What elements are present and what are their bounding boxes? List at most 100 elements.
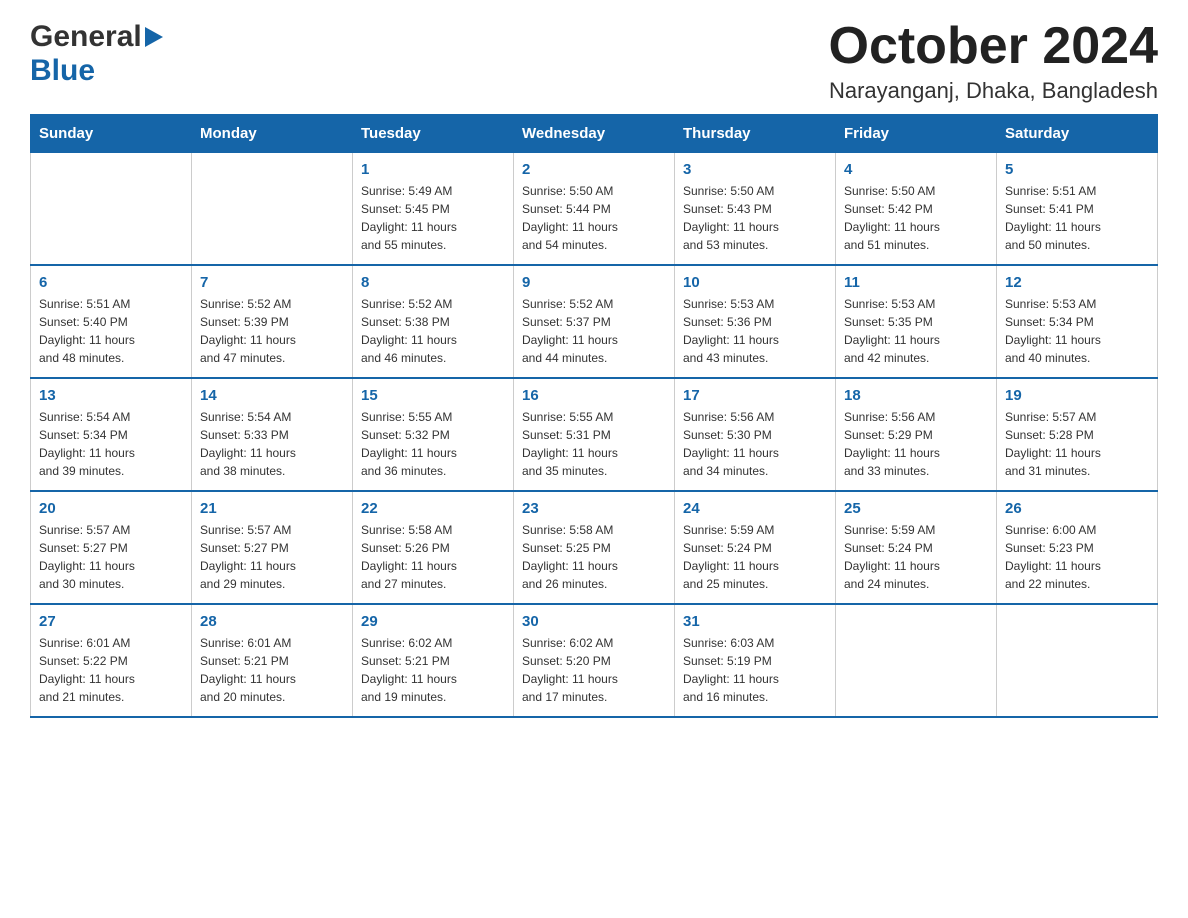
calendar-table: SundayMondayTuesdayWednesdayThursdayFrid…: [30, 114, 1158, 718]
calendar-cell: 13 Sunrise: 5:54 AMSunset: 5:34 PMDayligh…: [31, 378, 192, 491]
day-info: Sunrise: 6:02 AMSunset: 5:20 PMDaylight:…: [522, 634, 666, 706]
weekday-header-sunday: Sunday: [31, 115, 192, 153]
day-number: 13: [39, 387, 183, 404]
calendar-cell: 30Sunrise: 6:02 AMSunset: 5:20 PMDayligh…: [514, 604, 675, 717]
day-info: Sunrise: 5:58 AMSunset: 5:25 PMDaylight:…: [522, 521, 666, 593]
calendar-cell: 9Sunrise: 5:52 AMSunset: 5:37 PMDaylight…: [514, 265, 675, 378]
day-info: Sunrise: 5:57 AMSunset: 5:27 PMDaylight:…: [39, 521, 183, 593]
calendar-cell: 7 Sunrise: 5:52 AMSunset: 5:39 PMDaylight…: [192, 265, 353, 378]
day-number: 28: [200, 613, 344, 630]
day-info: Sunrise: 6:01 AMSunset: 5:21 PMDaylight:…: [200, 634, 344, 706]
day-number: 31: [683, 613, 827, 630]
day-number: 11: [844, 274, 988, 291]
calendar-cell: 12 Sunrise: 5:53 AMSunset: 5:34 PMDayligh…: [997, 265, 1158, 378]
calendar-cell: 6 Sunrise: 5:51 AMSunset: 5:40 PMDaylight…: [31, 265, 192, 378]
day-number: 9: [522, 274, 666, 291]
calendar-week-4: 20 Sunrise: 5:57 AMSunset: 5:27 PMDayligh…: [31, 491, 1158, 604]
day-number: 10: [683, 274, 827, 291]
day-number: 21: [200, 500, 344, 517]
day-info: Sunrise: 5:57 AMSunset: 5:27 PMDaylight:…: [200, 521, 344, 593]
calendar-cell: 24Sunrise: 5:59 AMSunset: 5:24 PMDayligh…: [675, 491, 836, 604]
day-info: Sunrise: 5:53 AMSunset: 5:36 PMDaylight:…: [683, 295, 827, 367]
day-number: 2: [522, 161, 666, 178]
logo-general-text: General: [30, 20, 142, 54]
day-info: Sunrise: 5:53 AMSunset: 5:34 PMDaylight:…: [1005, 295, 1149, 367]
calendar-cell: 14 Sunrise: 5:54 AMSunset: 5:33 PMDayligh…: [192, 378, 353, 491]
day-number: 29: [361, 613, 505, 630]
month-title: October 2024: [829, 20, 1159, 72]
calendar-cell: 5Sunrise: 5:51 AMSunset: 5:41 PMDaylight…: [997, 153, 1158, 266]
calendar-cell: [192, 153, 353, 266]
weekday-header-monday: Monday: [192, 115, 353, 153]
day-number: 15: [361, 387, 505, 404]
day-info: Sunrise: 6:02 AMSunset: 5:21 PMDaylight:…: [361, 634, 505, 706]
weekday-header-saturday: Saturday: [997, 115, 1158, 153]
day-info: Sunrise: 5:57 AMSunset: 5:28 PMDaylight:…: [1005, 408, 1149, 480]
calendar-cell: [997, 604, 1158, 717]
day-info: Sunrise: 5:52 AMSunset: 5:38 PMDaylight:…: [361, 295, 505, 367]
day-info: Sunrise: 5:51 AMSunset: 5:41 PMDaylight:…: [1005, 182, 1149, 254]
title-section: October 2024 Narayanganj, Dhaka, Banglad…: [829, 20, 1159, 104]
day-info: Sunrise: 5:55 AMSunset: 5:32 PMDaylight:…: [361, 408, 505, 480]
day-info: Sunrise: 5:56 AMSunset: 5:30 PMDaylight:…: [683, 408, 827, 480]
calendar-week-2: 6 Sunrise: 5:51 AMSunset: 5:40 PMDaylight…: [31, 265, 1158, 378]
day-info: Sunrise: 5:59 AMSunset: 5:24 PMDaylight:…: [683, 521, 827, 593]
day-number: 18: [844, 387, 988, 404]
day-info: Sunrise: 6:00 AMSunset: 5:23 PMDaylight:…: [1005, 521, 1149, 593]
calendar-cell: 20 Sunrise: 5:57 AMSunset: 5:27 PMDayligh…: [31, 491, 192, 604]
calendar-header: SundayMondayTuesdayWednesdayThursdayFrid…: [31, 115, 1158, 153]
day-info: Sunrise: 5:58 AMSunset: 5:26 PMDaylight:…: [361, 521, 505, 593]
calendar-cell: 23Sunrise: 5:58 AMSunset: 5:25 PMDayligh…: [514, 491, 675, 604]
calendar-cell: 17 Sunrise: 5:56 AMSunset: 5:30 PMDayligh…: [675, 378, 836, 491]
calendar-body: 1Sunrise: 5:49 AMSunset: 5:45 PMDaylight…: [31, 153, 1158, 718]
day-number: 6: [39, 274, 183, 291]
calendar-cell: 11Sunrise: 5:53 AMSunset: 5:35 PMDayligh…: [836, 265, 997, 378]
calendar-cell: 3Sunrise: 5:50 AMSunset: 5:43 PMDaylight…: [675, 153, 836, 266]
day-info: Sunrise: 5:49 AMSunset: 5:45 PMDaylight:…: [361, 182, 505, 254]
calendar-week-1: 1Sunrise: 5:49 AMSunset: 5:45 PMDaylight…: [31, 153, 1158, 266]
day-info: Sunrise: 5:54 AMSunset: 5:33 PMDaylight:…: [200, 408, 344, 480]
day-info: Sunrise: 5:50 AMSunset: 5:42 PMDaylight:…: [844, 182, 988, 254]
day-info: Sunrise: 5:54 AMSunset: 5:34 PMDaylight:…: [39, 408, 183, 480]
day-number: 7: [200, 274, 344, 291]
day-number: 16: [522, 387, 666, 404]
day-number: 4: [844, 161, 988, 178]
location-text: Narayanganj, Dhaka, Bangladesh: [829, 78, 1159, 104]
calendar-cell: 27Sunrise: 6:01 AMSunset: 5:22 PMDayligh…: [31, 604, 192, 717]
logo-blue-text: Blue: [30, 54, 95, 88]
day-number: 12: [1005, 274, 1149, 291]
day-number: 17: [683, 387, 827, 404]
page-header: General Blue October 2024 Narayanganj, D…: [30, 20, 1158, 104]
calendar-cell: 22 Sunrise: 5:58 AMSunset: 5:26 PMDayligh…: [353, 491, 514, 604]
calendar-cell: 1Sunrise: 5:49 AMSunset: 5:45 PMDaylight…: [353, 153, 514, 266]
day-number: 14: [200, 387, 344, 404]
weekday-header-friday: Friday: [836, 115, 997, 153]
logo: General Blue: [30, 20, 163, 88]
calendar-cell: [31, 153, 192, 266]
calendar-cell: 15 Sunrise: 5:55 AMSunset: 5:32 PMDayligh…: [353, 378, 514, 491]
day-info: Sunrise: 5:50 AMSunset: 5:44 PMDaylight:…: [522, 182, 666, 254]
day-number: 8: [361, 274, 505, 291]
calendar-cell: 18Sunrise: 5:56 AMSunset: 5:29 PMDayligh…: [836, 378, 997, 491]
day-number: 22: [361, 500, 505, 517]
calendar-cell: 4 Sunrise: 5:50 AMSunset: 5:42 PMDaylight…: [836, 153, 997, 266]
day-info: Sunrise: 5:55 AMSunset: 5:31 PMDaylight:…: [522, 408, 666, 480]
day-info: Sunrise: 6:03 AMSunset: 5:19 PMDaylight:…: [683, 634, 827, 706]
day-number: 3: [683, 161, 827, 178]
weekday-header-wednesday: Wednesday: [514, 115, 675, 153]
calendar-cell: 2 Sunrise: 5:50 AMSunset: 5:44 PMDaylight…: [514, 153, 675, 266]
day-info: Sunrise: 5:51 AMSunset: 5:40 PMDaylight:…: [39, 295, 183, 367]
calendar-cell: 21 Sunrise: 5:57 AMSunset: 5:27 PMDayligh…: [192, 491, 353, 604]
day-info: Sunrise: 5:52 AMSunset: 5:39 PMDaylight:…: [200, 295, 344, 367]
calendar-cell: 16 Sunrise: 5:55 AMSunset: 5:31 PMDayligh…: [514, 378, 675, 491]
calendar-cell: 8 Sunrise: 5:52 AMSunset: 5:38 PMDaylight…: [353, 265, 514, 378]
day-number: 19: [1005, 387, 1149, 404]
day-number: 26: [1005, 500, 1149, 517]
calendar-cell: 10 Sunrise: 5:53 AMSunset: 5:36 PMDayligh…: [675, 265, 836, 378]
calendar-cell: 28 Sunrise: 6:01 AMSunset: 5:21 PMDayligh…: [192, 604, 353, 717]
calendar-cell: 25Sunrise: 5:59 AMSunset: 5:24 PMDayligh…: [836, 491, 997, 604]
day-number: 20: [39, 500, 183, 517]
day-number: 25: [844, 500, 988, 517]
weekday-header-row: SundayMondayTuesdayWednesdayThursdayFrid…: [31, 115, 1158, 153]
calendar-cell: [836, 604, 997, 717]
